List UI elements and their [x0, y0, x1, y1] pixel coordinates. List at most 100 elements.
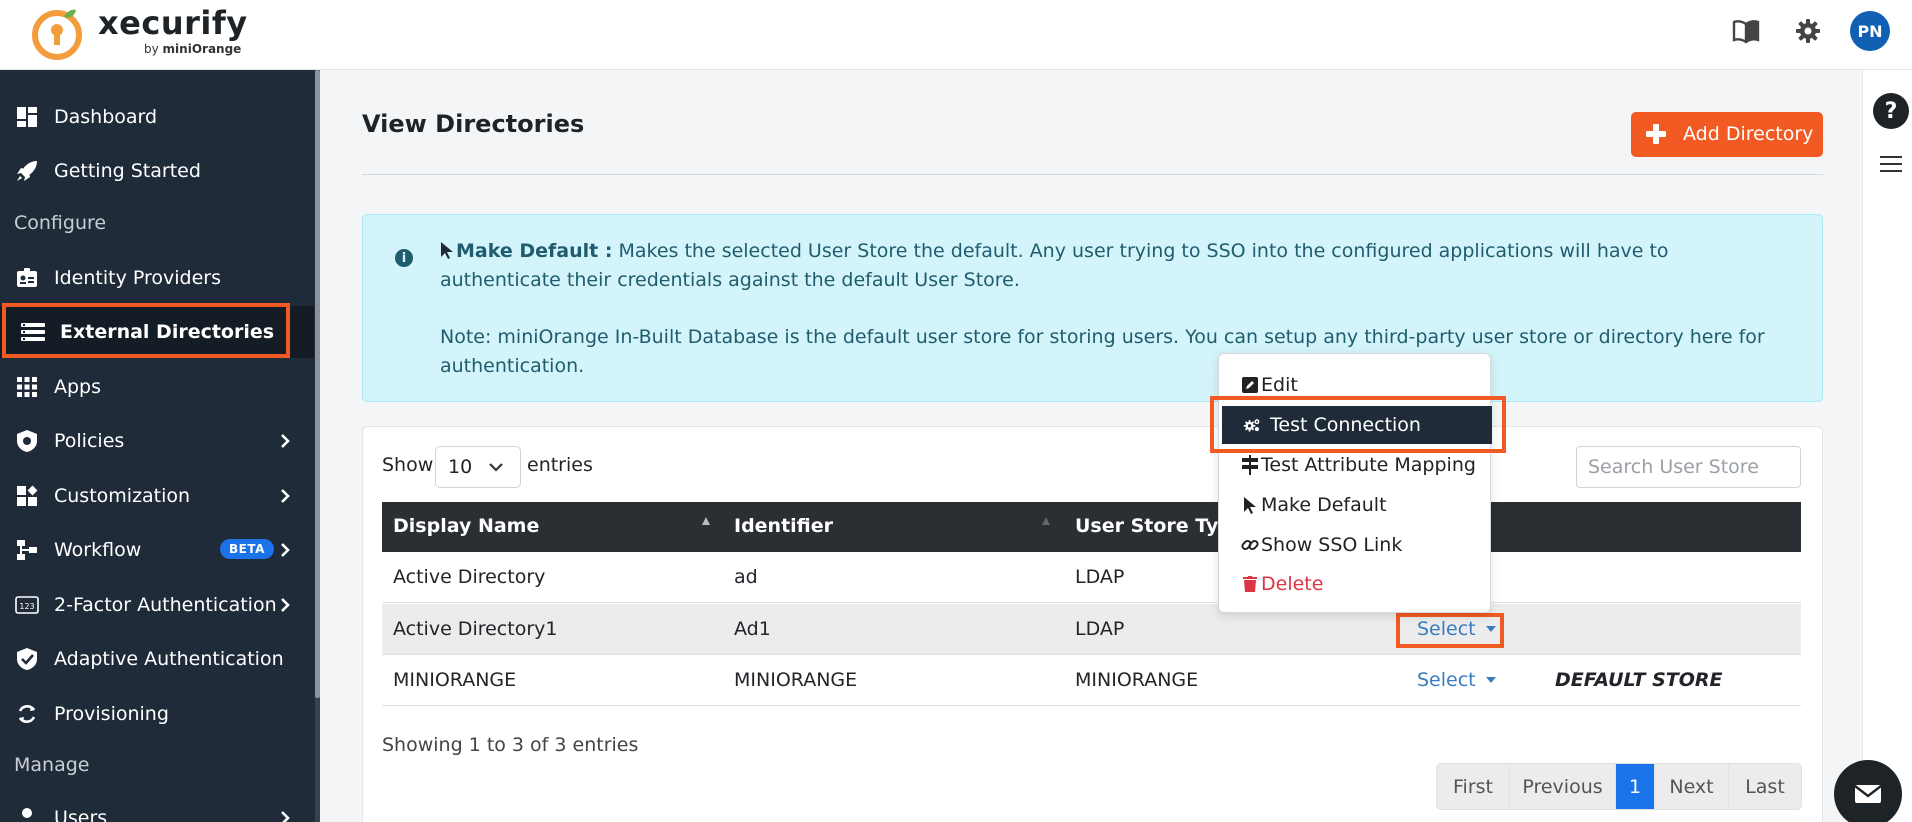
sidebar-item-label: External Directories — [60, 321, 275, 343]
menu-item-edit[interactable]: Edit — [1219, 366, 1490, 404]
search-user-store-input[interactable] — [1576, 446, 1801, 488]
dashboard-icon — [14, 104, 40, 130]
sort-asc-icon — [702, 517, 710, 525]
column-header-identifier[interactable]: Identifier — [734, 515, 833, 537]
edit-icon — [1241, 376, 1259, 394]
chevron-down-icon — [489, 463, 503, 472]
brand-name: xecurify — [98, 4, 248, 42]
help-icon[interactable]: ? — [1873, 93, 1909, 129]
sidebar-item-adaptive-authentication[interactable]: Adaptive Authentication — [0, 633, 314, 685]
sidebar-item-provisioning[interactable]: Provisioning — [0, 688, 314, 740]
sidebar-item-2fa[interactable]: 123 2-Factor Authentication — [0, 579, 314, 631]
sidebar-item-workflow[interactable]: Workflow BETA — [0, 524, 314, 576]
sidebar-item-label: 2-Factor Authentication — [54, 594, 277, 616]
info-icon: i — [395, 249, 413, 267]
user-avatar[interactable]: PN — [1850, 11, 1890, 51]
sidebar-item-label: Dashboard — [54, 106, 158, 128]
sort-icon — [1042, 517, 1050, 525]
xecurify-logo[interactable]: xecurify by miniOrange — [28, 2, 248, 64]
pagination-last[interactable]: Last — [1729, 764, 1801, 809]
sync-icon — [14, 701, 40, 727]
link-icon — [1241, 536, 1259, 554]
sidebar-item-users[interactable]: Users — [0, 792, 314, 822]
cell-user-store-type: MINIORANGE — [1075, 669, 1199, 691]
brand-by: by — [144, 42, 159, 56]
info-alert: i Make Default : Makes the selected User… — [362, 214, 1823, 402]
sidebar-item-label: Adaptive Authentication — [54, 648, 284, 670]
select-action-dropdown[interactable]: Select — [1417, 618, 1496, 640]
sidebar-item-policies[interactable]: Policies — [0, 415, 314, 467]
chevron-right-icon — [278, 808, 292, 822]
section-manage: Manage — [14, 754, 90, 776]
menu-item-label: Show SSO Link — [1261, 534, 1403, 556]
sidebar-item-dashboard[interactable]: Dashboard — [0, 91, 314, 143]
shield-icon — [14, 428, 40, 454]
pagination-next[interactable]: Next — [1655, 764, 1729, 809]
sidebar-item-label: Identity Providers — [54, 267, 221, 289]
menu-item-make-default[interactable]: Make Default — [1219, 486, 1490, 524]
section-configure: Configure — [14, 212, 107, 234]
caret-down-icon — [1485, 677, 1496, 683]
table-row: MINIORANGE MINIORANGE MINIORANGE Select … — [382, 655, 1801, 706]
sidebar-item-label: Apps — [54, 376, 102, 398]
menu-icon[interactable] — [1880, 156, 1902, 174]
caret-down-icon — [1485, 626, 1496, 632]
menu-item-test-attribute-mapping[interactable]: Test Attribute Mapping — [1219, 446, 1490, 484]
cell-identifier: Ad1 — [734, 618, 771, 640]
menu-item-label: Delete — [1261, 573, 1324, 595]
menu-item-label: Make Default — [1261, 494, 1387, 516]
page-length-value: 10 — [448, 456, 473, 478]
numeric-123-icon: 123 — [14, 592, 40, 618]
signpost-icon — [1241, 455, 1259, 475]
sidebar-item-customization[interactable]: Customization — [0, 470, 314, 522]
sidebar-item-identity-providers[interactable]: Identity Providers — [0, 252, 314, 304]
select-label: Select — [1417, 618, 1476, 640]
cell-identifier: ad — [734, 566, 758, 588]
sidebar: Dashboard Getting Started Configure Iden… — [0, 70, 320, 822]
select-label: Select — [1417, 669, 1476, 691]
pagination-first[interactable]: First — [1437, 764, 1510, 809]
sidebar-item-label: Provisioning — [54, 703, 169, 725]
select-action-dropdown[interactable]: Select — [1417, 669, 1496, 691]
sidebar-item-label: Users — [54, 807, 108, 822]
add-directory-button[interactable]: Add Directory — [1631, 112, 1823, 157]
page-title: View Directories — [362, 110, 585, 138]
list-icon — [20, 319, 46, 345]
grid-icon — [14, 374, 40, 400]
sidebar-item-apps[interactable]: Apps — [0, 361, 314, 413]
info-bold: Make Default : — [456, 240, 613, 262]
cursor-icon — [441, 242, 453, 259]
rocket-icon — [14, 158, 40, 184]
table-info: Showing 1 to 3 of 3 entries — [382, 734, 639, 756]
cell-user-store-type: LDAP — [1075, 566, 1125, 588]
sidebar-item-external-directories[interactable]: External Directories — [0, 306, 314, 358]
menu-item-test-connection[interactable]: Test Connection — [1222, 406, 1492, 444]
table-row: Active Directory1 Ad1 LDAP Select — [382, 604, 1801, 655]
add-directory-label: Add Directory — [1683, 123, 1814, 145]
sidebar-scrollbar[interactable] — [315, 70, 320, 822]
envelope-icon[interactable] — [1834, 760, 1902, 822]
book-icon[interactable] — [1729, 14, 1763, 48]
plus-icon — [1646, 124, 1666, 144]
page-length-select[interactable]: 10 — [435, 446, 521, 488]
cell-user-store-type: LDAP — [1075, 618, 1125, 640]
pagination-page-1[interactable]: 1 — [1616, 764, 1655, 809]
menu-item-label: Edit — [1261, 374, 1298, 396]
column-header-display-name[interactable]: Display Name — [393, 515, 539, 537]
chevron-right-icon — [278, 431, 292, 451]
cell-display-name: MINIORANGE — [393, 669, 517, 691]
pagination-previous[interactable]: Previous — [1510, 764, 1616, 809]
sidebar-item-getting-started[interactable]: Getting Started — [0, 145, 314, 197]
gear-icon[interactable] — [1791, 14, 1825, 48]
shield-check-icon — [14, 646, 40, 672]
entries-label: entries — [527, 454, 593, 476]
info-note: Note: miniOrange In-Built Database is th… — [440, 326, 1765, 377]
menu-item-delete[interactable]: Delete — [1219, 565, 1490, 603]
chevron-right-icon — [278, 540, 292, 560]
sidebar-item-label: Customization — [54, 485, 191, 507]
menu-item-show-sso-link[interactable]: Show SSO Link — [1219, 526, 1490, 564]
menu-item-label: Test Connection — [1270, 414, 1421, 436]
flow-icon — [14, 537, 40, 563]
id-card-icon — [14, 265, 40, 291]
trash-icon — [1241, 575, 1259, 593]
